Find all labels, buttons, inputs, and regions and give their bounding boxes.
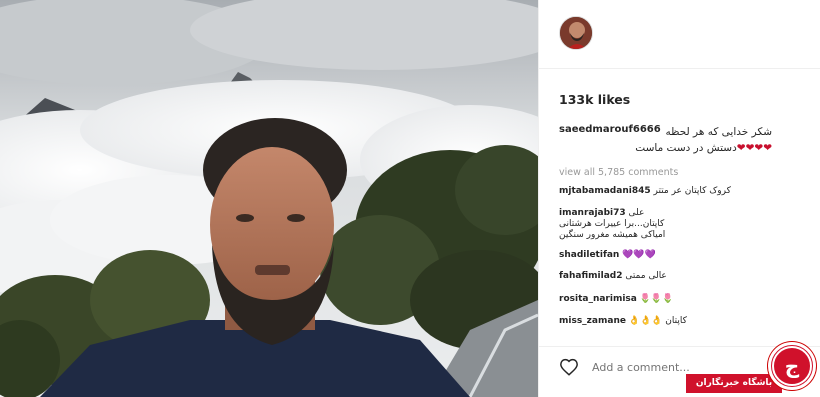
comment-item: fahafimilad2 عالی ممتی bbox=[559, 271, 799, 282]
watermark-logo: ج bbox=[768, 342, 816, 390]
add-comment-input[interactable] bbox=[592, 359, 762, 375]
comment-text: کروک کاپتان عر متتر bbox=[653, 186, 731, 196]
comment-item: miss_zamane کاپتان 👌👌👌 bbox=[559, 316, 799, 327]
caption-line-2-text: دستش در دست ماست bbox=[635, 142, 737, 154]
likes-count[interactable]: 133k likes bbox=[559, 92, 630, 107]
like-heart-icon[interactable] bbox=[559, 358, 579, 376]
comment-username[interactable]: miss_zamane bbox=[559, 316, 626, 326]
user-avatar[interactable] bbox=[559, 16, 593, 50]
watermark-label: باشگاه خبرنگاران bbox=[686, 374, 782, 393]
comment-item: imanrajabi73 علی کاپتان...برا عییرات هرش… bbox=[559, 208, 679, 241]
caption-line-2: ❤❤❤❤دستش در دست ماست bbox=[572, 140, 772, 156]
comment-username[interactable]: fahafimilad2 bbox=[559, 271, 622, 281]
post-side-panel: 133k likes saeedmarouf6666 شکر خدایی که … bbox=[538, 0, 820, 397]
comment-text: 🌷🌷🌷 bbox=[639, 294, 674, 304]
comment-text: کاپتان 👌👌👌 bbox=[628, 316, 687, 326]
header-divider bbox=[539, 68, 820, 69]
caption-hearts: ❤❤❤❤ bbox=[736, 142, 772, 154]
post-photo bbox=[0, 0, 538, 397]
view-all-comments-link[interactable]: view all 5,785 comments bbox=[559, 167, 678, 178]
comment-item: shadiletifan 💜💜💜 bbox=[559, 250, 799, 261]
comment-username[interactable]: shadiletifan bbox=[559, 250, 619, 260]
caption-text: شکر خدایی که هر لحظه ❤❤❤❤دستش در دست ماس… bbox=[572, 124, 772, 156]
comment-text: عالی ممتی bbox=[625, 271, 667, 281]
caption-line-1: شکر خدایی که هر لحظه bbox=[665, 126, 772, 138]
comment-item: rosita_narimisa 🌷🌷🌷 bbox=[559, 294, 799, 305]
comment-item: mjtabamadani845 کروک کاپتان عر متتر bbox=[559, 186, 799, 197]
comment-text: 💜💜💜 bbox=[622, 250, 656, 260]
comment-username[interactable]: rosita_narimisa bbox=[559, 294, 637, 304]
comment-username[interactable]: mjtabamadani845 bbox=[559, 186, 651, 196]
watermark-logo-letter: ج bbox=[785, 354, 800, 378]
comment-username[interactable]: imanrajabi73 bbox=[559, 208, 626, 218]
